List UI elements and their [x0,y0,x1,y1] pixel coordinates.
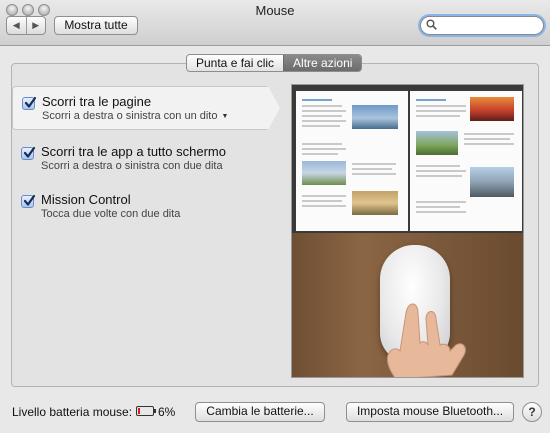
desk-background [292,233,523,377]
option-title: Scorri tra le pagine [42,94,152,109]
title-bar: Mouse ◀ ▶ Mostra tutte [0,0,550,46]
option-swipe-between-fullscreen-apps[interactable]: Scorri tra le app a tutto schermo Scorri… [12,137,268,181]
show-all-button[interactable]: Mostra tutte [54,16,138,35]
setup-bluetooth-mouse-button[interactable]: Imposta mouse Bluetooth... [346,402,514,422]
triangle-down-icon[interactable]: ▼ [221,113,228,120]
help-button[interactable]: ? [522,402,542,422]
right-page [410,91,522,231]
option-subtitle: Tocca due volte con due dita [41,208,181,220]
mission-control-checkbox[interactable] [21,194,36,208]
battery-level-label: Livello batteria mouse: [12,405,133,419]
option-title: Mission Control [41,192,131,207]
swipe-apps-checkbox[interactable] [21,146,36,160]
option-mission-control[interactable]: Mission Control Tocca due volte con due … [12,185,268,229]
option-swipe-between-pages[interactable]: Scorri tra le pagine Scorri a destra o s… [12,86,280,130]
option-title: Scorri tra le app a tutto schermo [41,144,226,159]
tab-more-gestures[interactable]: Altre azioni [283,55,362,71]
book-preview-image [292,85,523,233]
swipe-pages-checkbox[interactable] [22,96,37,110]
checkmark-icon [24,96,37,108]
back-forward-control: ◀ ▶ [6,16,46,35]
search-icon [426,19,437,30]
forward-button[interactable]: ▶ [27,17,46,34]
change-batteries-button[interactable]: Cambia le batterie... [195,402,325,422]
battery-percent: 6% [158,405,176,419]
battery-fill [138,408,140,414]
back-button[interactable]: ◀ [7,17,27,34]
search-input[interactable] [439,18,537,33]
mouse-preferences-window: Mouse ◀ ▶ Mostra tutte Punta e fai clic … [0,0,550,433]
tab-point-and-click[interactable]: Punta e fai clic [187,55,284,71]
tab-bar: Punta e fai clic Altre azioni [186,54,363,72]
gesture-preview-video [291,84,524,378]
checkmark-icon [23,146,36,158]
gesture-description: Scorri a destra o sinistra con un dito [42,110,218,122]
checkmark-icon [23,194,36,206]
option-subtitle: Scorri a destra o sinistra con due dita [41,160,223,172]
search-field[interactable] [420,16,544,35]
battery-low-icon [136,406,156,416]
left-page [296,91,408,231]
hand-image [387,303,466,377]
option-subtitle: Scorri a destra o sinistra con un dito ▼ [42,110,228,122]
